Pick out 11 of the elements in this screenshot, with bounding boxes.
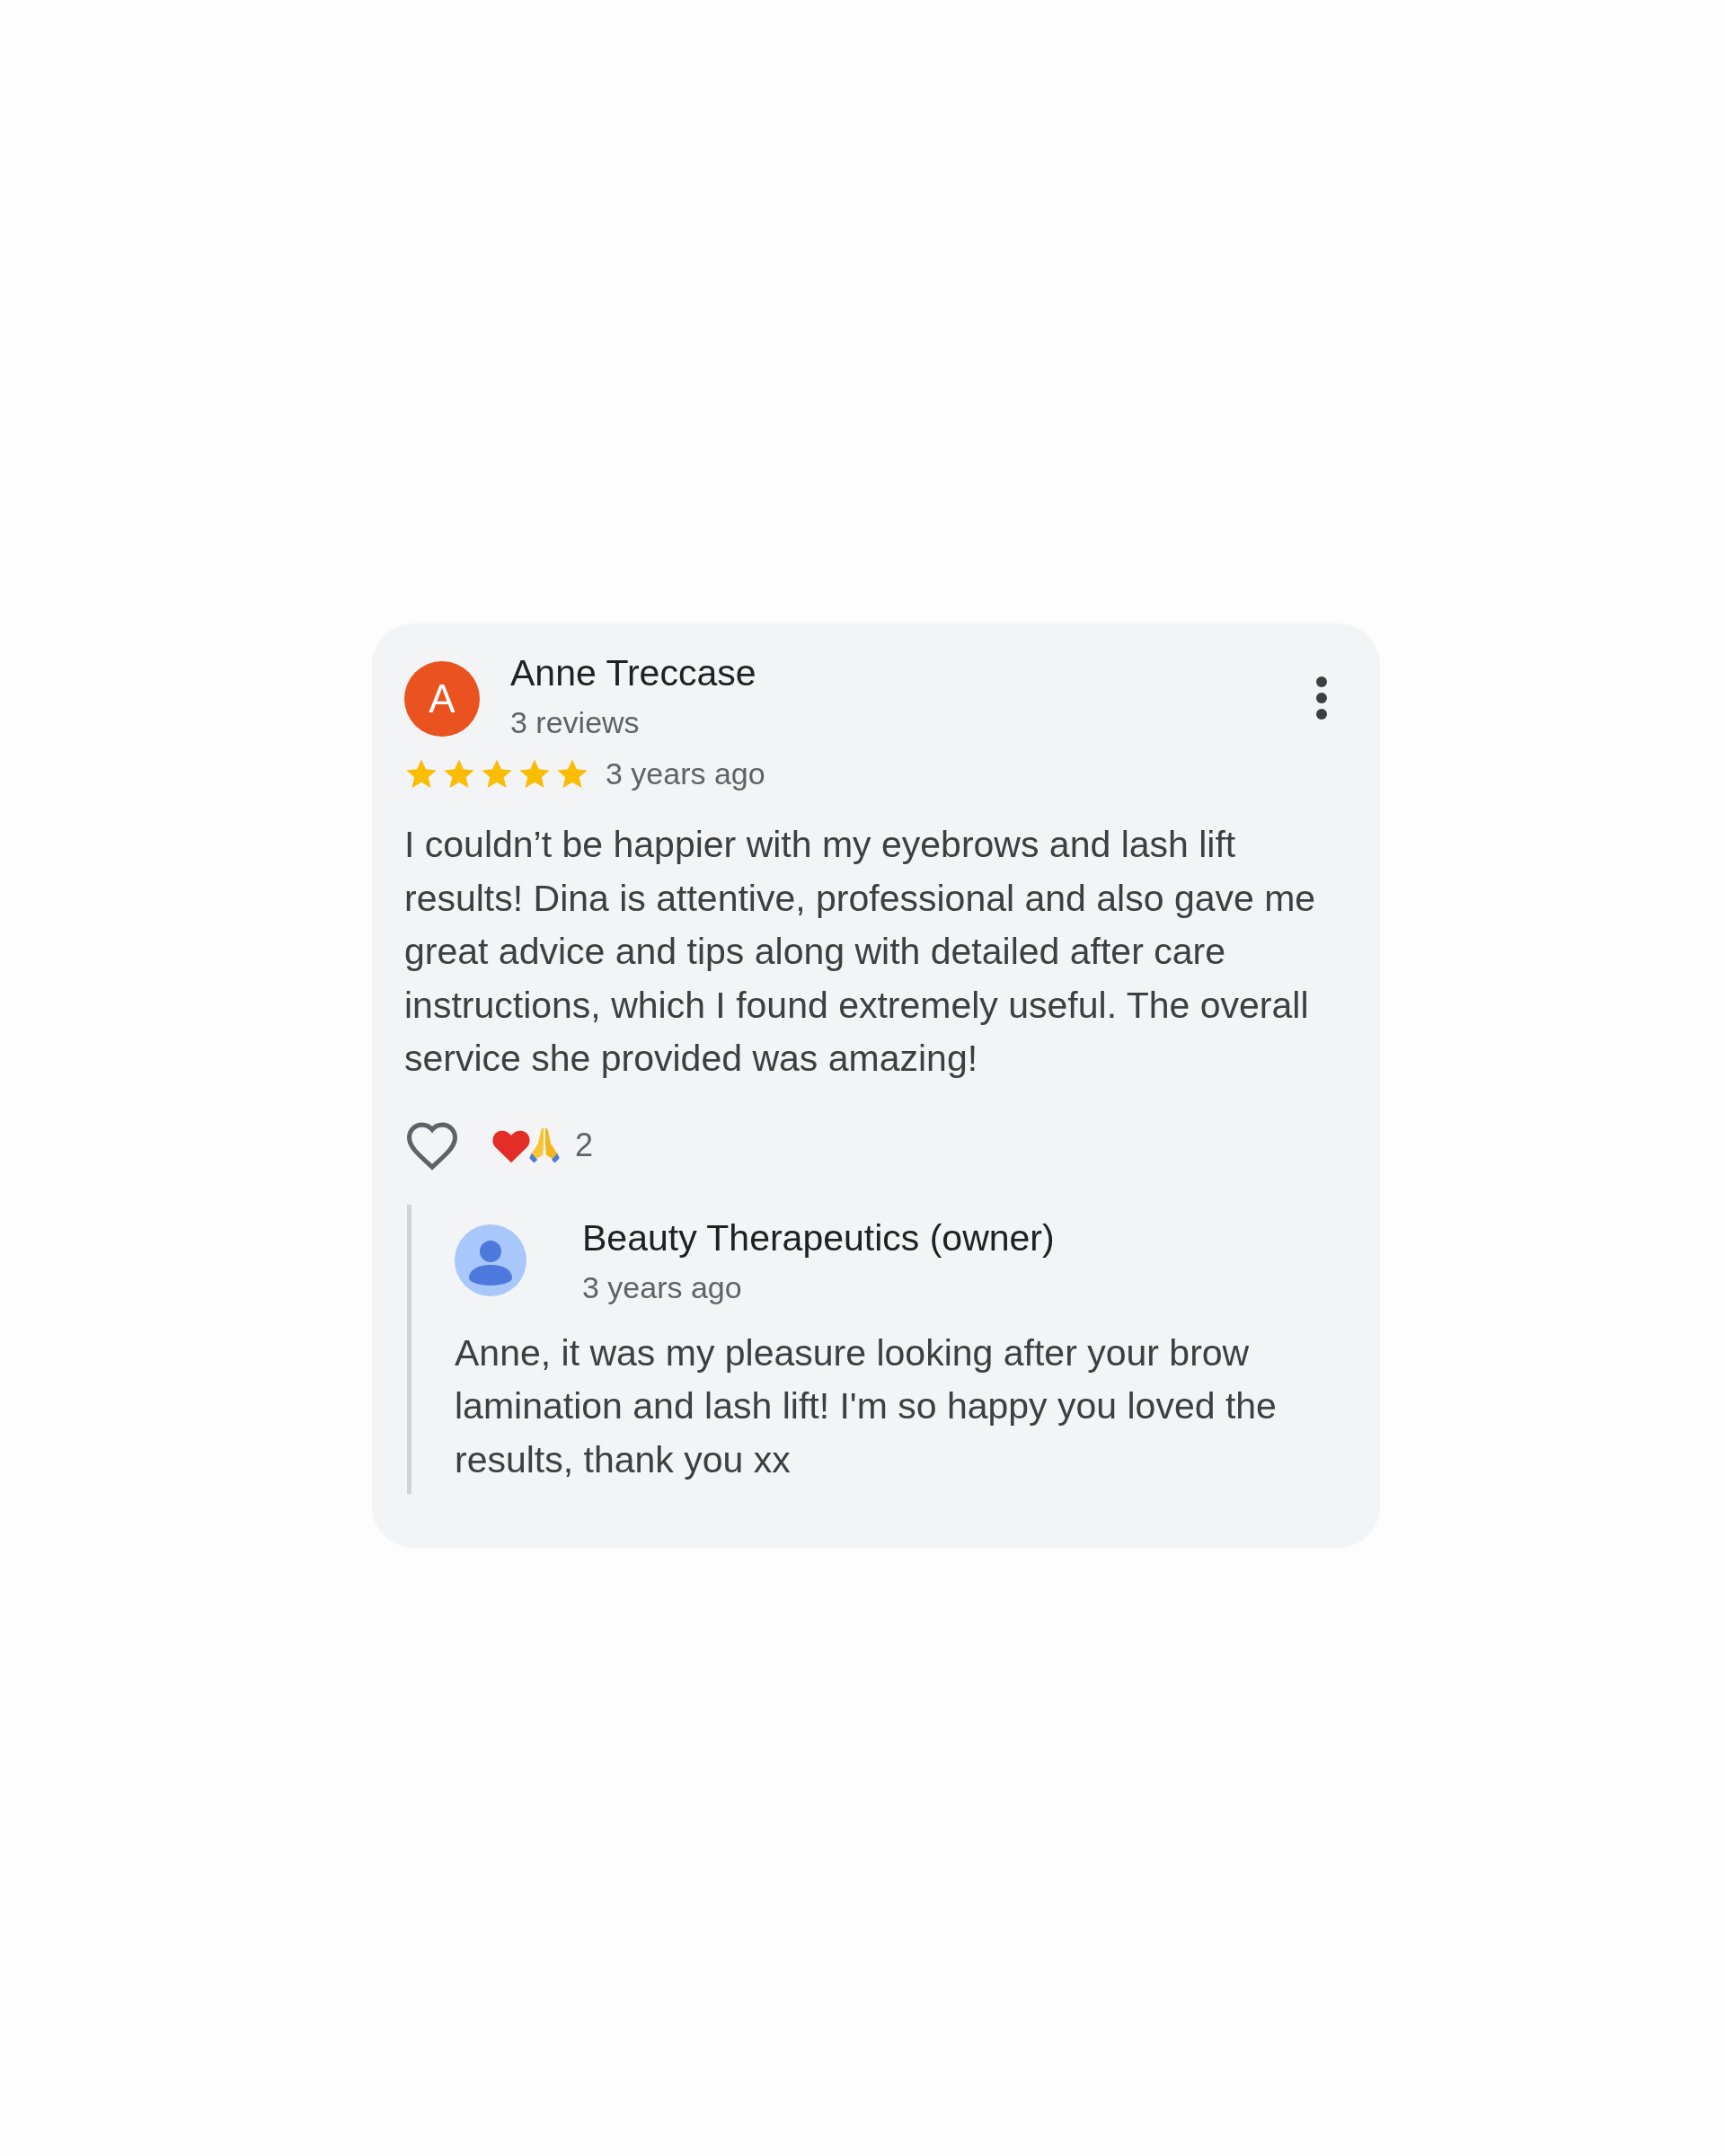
more-options-icon[interactable] [1315,676,1328,720]
owner-name: Beauty Therapeutics (owner) [582,1216,1056,1259]
reviewer-name[interactable]: Anne Treccase [510,652,1315,694]
review-count: 3 reviews [510,705,641,740]
reply-time: 3 years ago [582,1269,743,1305]
user-avatar: A [404,661,480,737]
reaction-count: 2 [575,1126,594,1164]
reply-text: Anne, it was my pleasure looking after your brow lamination and lash lift! I'm so happy you loved the results, thank you xx [455,1330,1278,1482]
owner-avatar-icon [455,1224,526,1296]
review-time: 3 years ago [606,756,765,791]
review-text: I couldn’t be happier with my eyebrows and lash lift results! Dina is attentive, professional and also gave me great advice and tips along with detailed after care instructions, which I found extremely useful. The overall service she provided was amazing! [404,823,1317,1081]
